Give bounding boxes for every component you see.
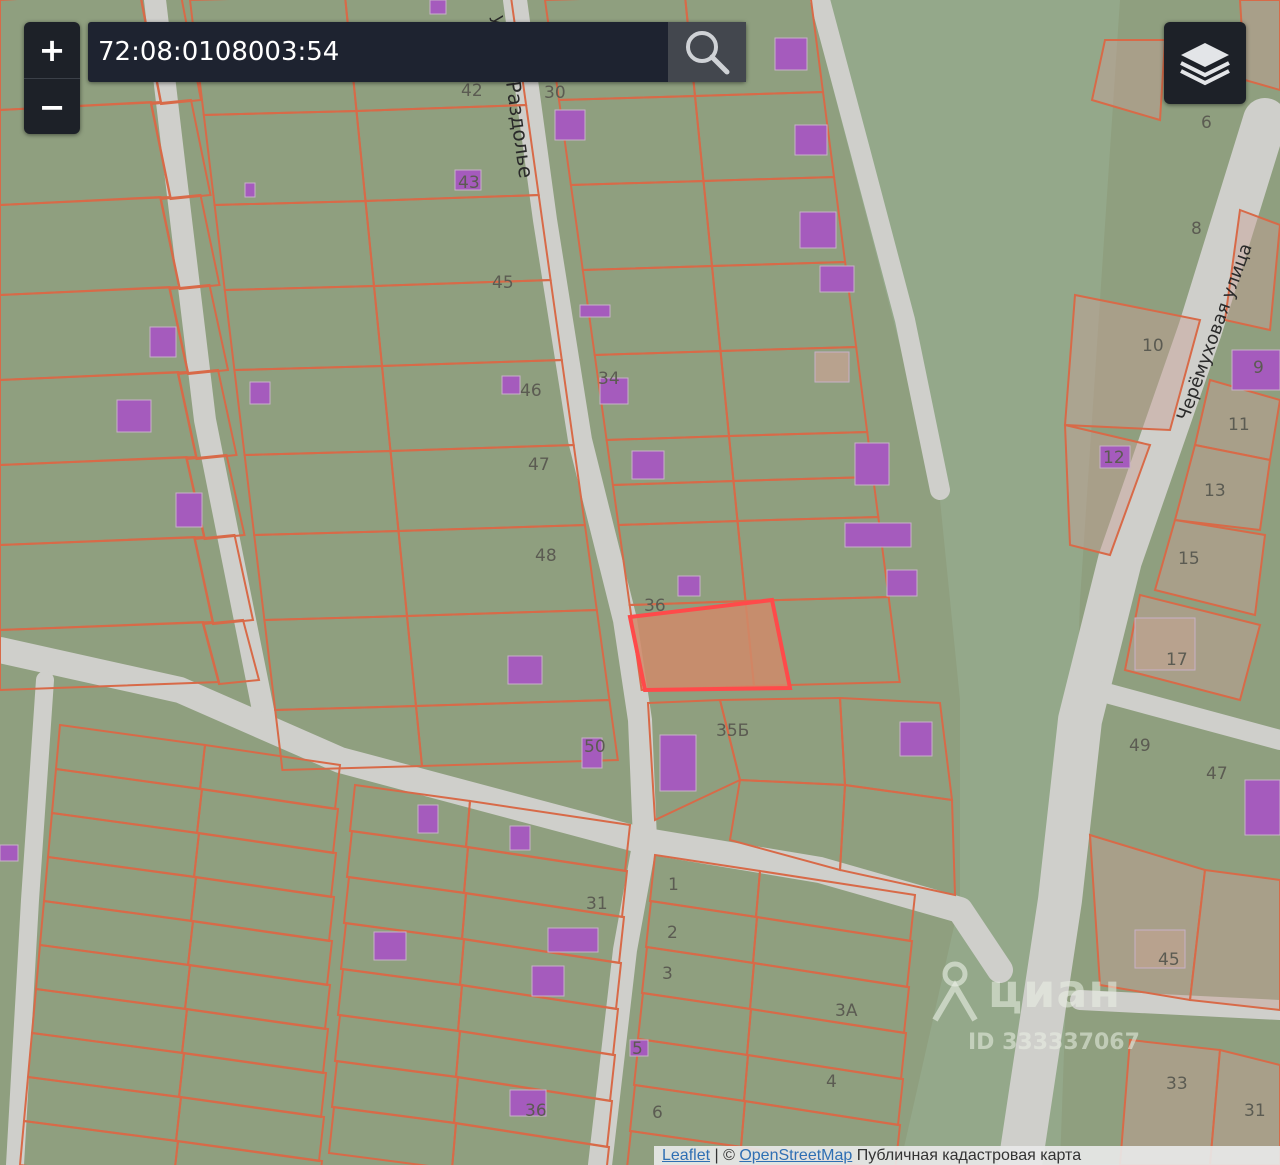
parcel-number: 45 — [1158, 950, 1180, 970]
building — [373, 931, 407, 961]
building — [429, 0, 447, 15]
parcel-number: 13 — [1204, 481, 1226, 501]
building — [249, 381, 271, 405]
building — [531, 965, 565, 997]
building — [659, 734, 697, 792]
parcel-number: 5 — [632, 1039, 643, 1059]
parcel-number: 15 — [1178, 549, 1200, 569]
parcel-number: 30 — [544, 83, 566, 103]
building — [0, 844, 19, 862]
parcel-number: 49 — [1129, 736, 1151, 756]
parcel-number: 10 — [1142, 336, 1164, 356]
building — [814, 351, 850, 383]
parcel-number: 47 — [1206, 764, 1228, 784]
openstreetmap-link[interactable]: OpenStreetMap — [739, 1147, 852, 1164]
parcel-number: 9 — [1253, 358, 1264, 378]
parcel-number: 3А — [835, 1001, 858, 1021]
parcel-number: 36 — [525, 1101, 547, 1121]
building — [501, 375, 521, 395]
search-button[interactable] — [668, 22, 746, 82]
zoom-in-button[interactable]: + — [24, 22, 80, 78]
zoom-out-button[interactable]: − — [24, 78, 80, 135]
building — [547, 927, 599, 953]
parcel-number: 31 — [586, 894, 608, 914]
map-attribution: Leaflet | © OpenStreetMap Публичная када… — [654, 1146, 1280, 1165]
zoom-control: + − — [24, 22, 80, 134]
building — [509, 825, 531, 851]
layers-button[interactable] — [1164, 22, 1246, 104]
building — [244, 182, 256, 198]
building — [116, 399, 152, 433]
attribution-cadastral: Публичная кадастровая карта — [852, 1147, 1082, 1164]
parcel-number: 31 — [1244, 1101, 1266, 1121]
parcel — [1238, 0, 1280, 92]
parcel-number: 46 — [520, 381, 542, 401]
building — [175, 492, 203, 528]
cadastral-map[interactable]: Раздолье ул. Черёмуховая улица 30 42 43 … — [0, 0, 1280, 1165]
building — [554, 109, 586, 141]
cadastral-search-bar — [88, 22, 746, 82]
building — [417, 804, 439, 834]
parcel-number: 11 — [1228, 415, 1250, 435]
building — [794, 124, 828, 156]
parcel-number: 45 — [492, 273, 514, 293]
parcel-number: 4 — [826, 1072, 837, 1092]
building — [579, 304, 611, 318]
parcel-number: 6 — [652, 1103, 663, 1123]
parcel-number: 2 — [667, 923, 678, 943]
attribution-separator: | © — [710, 1147, 740, 1164]
parcel-number: 17 — [1166, 650, 1188, 670]
building — [631, 450, 665, 480]
search-icon — [686, 31, 730, 75]
parcel-number: 43 — [458, 173, 480, 193]
parcel-number: 6 — [1201, 113, 1212, 133]
parcel-number: 33 — [1166, 1074, 1188, 1094]
parcel-number: 8 — [1191, 219, 1202, 239]
parcel-number: 47 — [528, 455, 550, 475]
building — [507, 655, 543, 685]
parcel-number: 34 — [598, 369, 620, 389]
building — [819, 265, 855, 293]
parcel-number: 1 — [668, 875, 679, 895]
building — [844, 522, 912, 548]
leaflet-link[interactable]: Leaflet — [662, 1147, 710, 1164]
building — [854, 442, 890, 486]
cadastral-number-input[interactable] — [88, 22, 668, 82]
parcel — [1188, 868, 1280, 1012]
building — [886, 569, 918, 597]
parcel-number: 12 — [1103, 448, 1125, 468]
parcel-number: 3 — [662, 964, 673, 984]
building — [774, 37, 808, 71]
parcel-number: 50 — [584, 737, 606, 757]
layers-icon — [1180, 43, 1230, 86]
building — [799, 211, 837, 249]
parcel-number: 48 — [535, 546, 557, 566]
parcel-number: 36 — [644, 596, 666, 616]
building — [899, 721, 933, 757]
building — [677, 575, 701, 597]
parcel-number: 42 — [461, 81, 483, 101]
building — [1244, 779, 1280, 836]
building — [149, 326, 177, 358]
parcel-number: 35Б — [716, 721, 749, 741]
